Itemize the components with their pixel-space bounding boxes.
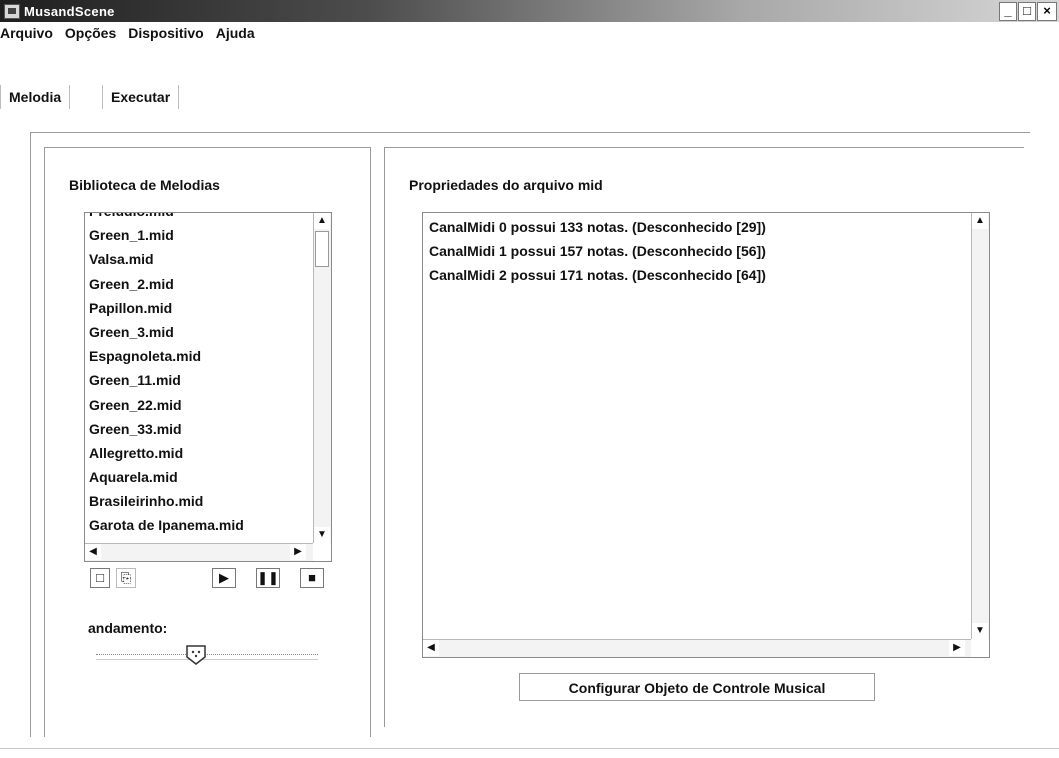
list-item[interactable]: Espagnoleta.mid <box>85 344 313 368</box>
scroll-left-icon[interactable]: ◀ <box>85 544 101 560</box>
property-line: CanalMidi 1 possui 157 notas. (Desconhec… <box>429 243 766 259</box>
property-line: CanalMidi 2 possui 171 notas. (Desconhec… <box>429 267 766 283</box>
list-item[interactable]: Prelúdio.mid <box>85 213 313 223</box>
properties-text-area[interactable]: CanalMidi 0 possui 133 notas. (Desconhec… <box>422 212 990 658</box>
tab-melodia[interactable]: Melodia <box>0 85 71 109</box>
right-panel-top <box>384 147 1024 148</box>
list-item[interactable]: Green_1.mid <box>85 223 313 247</box>
left-panel-left <box>44 147 45 737</box>
list-item[interactable]: Aquarela.mid <box>85 465 313 489</box>
scroll-right-icon[interactable]: ▶ <box>949 640 965 656</box>
right-panel-left <box>384 147 385 727</box>
library-title: Biblioteca de Melodias <box>69 177 220 193</box>
stop-icon[interactable]: ■ <box>300 568 324 588</box>
list-item[interactable]: Green_22.mid <box>85 393 313 417</box>
menu-arquivo[interactable]: Arquivo <box>0 23 59 41</box>
scroll-thumb[interactable] <box>315 231 329 267</box>
left-panel-right <box>370 147 371 737</box>
list-item[interactable]: Brasileirinho.mid <box>85 489 313 513</box>
close-icon[interactable]: × <box>1037 2 1057 21</box>
menu-bar: Arquivo Opções Dispositivo Ajuda <box>0 23 1059 47</box>
list-item[interactable]: Garota de Ipanema.mid <box>85 513 313 537</box>
properties-title: Propriedades do arquivo mid <box>409 177 603 193</box>
scroll-left-icon[interactable]: ◀ <box>423 640 439 656</box>
minimize-icon[interactable]: _ <box>999 2 1017 21</box>
left-panel-top <box>44 147 370 148</box>
menu-opcoes[interactable]: Opções <box>59 23 122 41</box>
menu-dispositivo[interactable]: Dispositivo <box>122 23 209 41</box>
tempo-label: andamento: <box>88 620 168 636</box>
property-line: CanalMidi 0 possui 133 notas. (Desconhec… <box>429 219 766 235</box>
list-item[interactable]: Green_33.mid <box>85 417 313 441</box>
pause-icon[interactable]: ❚❚ <box>256 568 280 588</box>
title-bar <box>0 0 1059 22</box>
new-file-icon[interactable]: □ <box>90 568 110 588</box>
bottom-divider <box>0 748 1059 749</box>
tempo-slider-track[interactable] <box>96 654 318 660</box>
scroll-down-icon[interactable]: ▼ <box>972 623 988 639</box>
open-folder-icon[interactable]: ⎘ <box>116 568 136 588</box>
scroll-up-icon[interactable]: ▲ <box>972 213 988 229</box>
list-item[interactable]: Allegretto.mid <box>85 441 313 465</box>
content-frame-top <box>30 132 1030 133</box>
list-horizontal-scrollbar[interactable]: ◀ ▶ <box>85 543 313 561</box>
scroll-up-icon[interactable]: ▲ <box>314 213 330 229</box>
play-icon[interactable]: ▶ <box>212 568 236 588</box>
list-item[interactable]: Papillon.mid <box>85 296 313 320</box>
properties-horizontal-scrollbar[interactable]: ◀ ▶ <box>423 639 971 657</box>
list-item[interactable]: Green_2.mid <box>85 272 313 296</box>
list-vertical-scrollbar[interactable]: ▲ ▼ <box>313 213 331 543</box>
window-title: MusandScene <box>24 4 115 19</box>
app-icon <box>4 4 20 19</box>
configure-control-object-button[interactable]: Configurar Objeto de Controle Musical <box>519 673 875 701</box>
menu-ajuda[interactable]: Ajuda <box>210 23 261 41</box>
content-frame-left <box>30 132 31 737</box>
list-item[interactable]: Valsa.mid <box>85 247 313 271</box>
scroll-down-icon[interactable]: ▼ <box>314 527 330 543</box>
list-item[interactable]: Green_11.mid <box>85 368 313 392</box>
tab-executar[interactable]: Executar <box>102 85 180 109</box>
scroll-right-icon[interactable]: ▶ <box>290 544 306 560</box>
maximize-icon[interactable]: □ <box>1018 2 1036 21</box>
list-item[interactable]: Green_3.mid <box>85 320 313 344</box>
melody-list[interactable]: Prelúdio.mid Green_1.mid Valsa.mid Green… <box>84 212 332 562</box>
properties-vertical-scrollbar[interactable]: ▲ ▼ <box>971 213 989 639</box>
tempo-slider-knob[interactable] <box>185 644 207 666</box>
